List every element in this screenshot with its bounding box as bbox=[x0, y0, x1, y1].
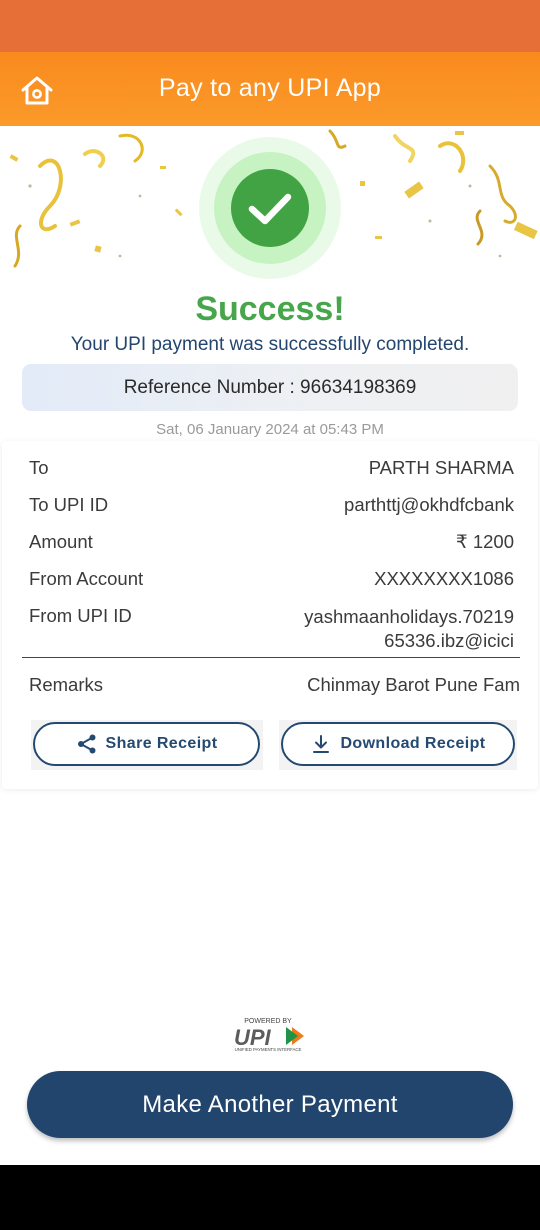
detail-label: To UPI ID bbox=[29, 494, 109, 515]
success-title: Success! bbox=[195, 290, 345, 328]
system-navigation-bar bbox=[0, 1165, 540, 1230]
share-icon bbox=[77, 734, 96, 754]
detail-label: To bbox=[29, 457, 49, 478]
detail-label: Remarks bbox=[29, 674, 104, 695]
source-account: XXXXXXXX1086 bbox=[374, 568, 514, 589]
payer-upi-id: yashmaanholidays.70219 65336.ibz@icici bbox=[304, 605, 514, 653]
detail-label: From Account bbox=[29, 568, 144, 589]
download-icon bbox=[313, 735, 330, 753]
transaction-details-card: To PARTH SHARMA To UPI ID parthttj@okhdf… bbox=[2, 441, 538, 789]
make-another-payment-button[interactable]: Make Another Payment bbox=[27, 1071, 513, 1138]
payer-upi-id-line-2: 65336.ibz@icici bbox=[384, 630, 514, 651]
share-receipt-button[interactable]: Share Receipt bbox=[33, 722, 260, 766]
transaction-timestamp: Sat, 06 January 2024 at 05:43 PM bbox=[156, 421, 384, 438]
payment-amount: ₹ 1200 bbox=[455, 531, 514, 552]
payee-name: PARTH SHARMA bbox=[368, 457, 514, 478]
detail-label: From UPI ID bbox=[29, 605, 132, 626]
success-check-icon bbox=[199, 137, 341, 279]
detail-label: Amount bbox=[29, 531, 93, 552]
payer-upi-id-line-1: yashmaanholidays.70219 bbox=[304, 606, 514, 627]
divider bbox=[22, 657, 520, 658]
reference-number: Reference Number : 96634198369 bbox=[22, 364, 518, 411]
download-receipt-label: Download Receipt bbox=[340, 735, 486, 752]
success-message: Your UPI payment was successfully comple… bbox=[70, 334, 470, 355]
upi-tagline: UNIFIED PAYMENTS INTERFACE bbox=[235, 1047, 302, 1052]
download-receipt-button[interactable]: Download Receipt bbox=[281, 722, 515, 766]
page-title: Pay to any UPI App bbox=[158, 74, 382, 102]
payee-upi-id: parthttj@okhdfcbank bbox=[344, 494, 514, 515]
download-button-container: Download Receipt bbox=[279, 720, 517, 770]
upi-logo: POWERED BY UPI UNIFIED PAYMENTS INTERFAC… bbox=[234, 1018, 304, 1052]
status-bar bbox=[0, 0, 540, 52]
share-button-container: Share Receipt bbox=[31, 720, 263, 770]
powered-by-text: POWERED BY bbox=[244, 1018, 292, 1025]
share-receipt-label: Share Receipt bbox=[105, 735, 218, 752]
app-header: Pay to any UPI App bbox=[0, 52, 540, 126]
payment-remarks: Chinmay Barot Pune Fam bbox=[307, 674, 520, 695]
